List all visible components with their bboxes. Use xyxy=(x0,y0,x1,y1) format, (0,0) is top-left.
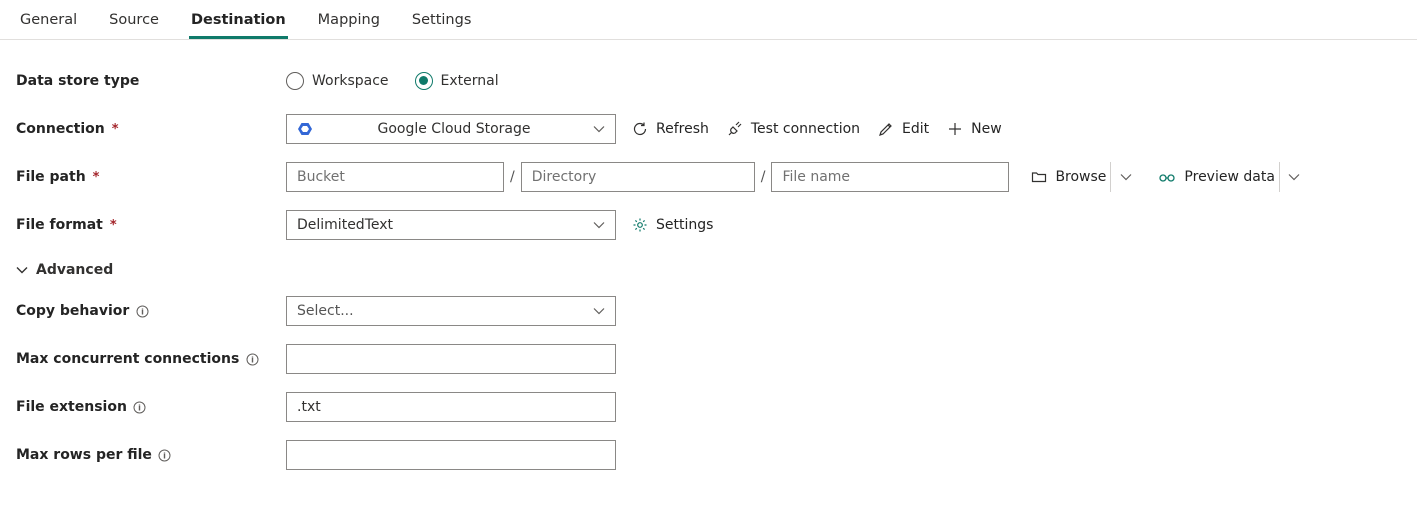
radio-external-label: External xyxy=(441,73,499,89)
label-datastore-type: Data store type xyxy=(16,73,286,89)
advanced-toggle[interactable]: Advanced xyxy=(16,258,1401,286)
chevron-down-icon xyxy=(593,305,605,317)
datastore-type-group: Workspace External xyxy=(286,72,499,90)
radio-icon-unselected xyxy=(286,72,304,90)
label-max-concurrent: Max concurrent connections i xyxy=(16,351,286,367)
info-icon: i xyxy=(245,352,259,366)
chevron-down-icon xyxy=(1120,171,1132,183)
filename-input[interactable] xyxy=(771,162,1009,192)
tab-mapping[interactable]: Mapping xyxy=(316,6,382,39)
svg-text:i: i xyxy=(139,403,142,412)
preview-more-button[interactable] xyxy=(1279,162,1309,192)
glasses-icon xyxy=(1158,170,1176,184)
refresh-icon xyxy=(632,121,648,137)
chevron-down-icon xyxy=(593,123,605,135)
max-concurrent-input[interactable] xyxy=(286,344,616,374)
tab-general[interactable]: General xyxy=(18,6,79,39)
chevron-down-icon xyxy=(593,219,605,231)
copy-behavior-placeholder: Select... xyxy=(297,303,354,319)
connection-select[interactable]: Google Cloud Storage xyxy=(286,114,616,144)
radio-workspace-label: Workspace xyxy=(312,73,389,89)
test-connection-button[interactable]: Test connection xyxy=(725,119,862,139)
tab-settings[interactable]: Settings xyxy=(410,6,473,39)
svg-text:i: i xyxy=(251,355,254,364)
directory-input[interactable] xyxy=(521,162,755,192)
folder-icon xyxy=(1031,169,1047,185)
label-file-format: File format* xyxy=(16,217,286,233)
file-extension-input[interactable] xyxy=(286,392,616,422)
format-settings-button[interactable]: Settings xyxy=(630,215,715,235)
info-icon: i xyxy=(135,304,149,318)
bucket-input[interactable] xyxy=(286,162,504,192)
refresh-button[interactable]: Refresh xyxy=(630,119,711,139)
plug-icon xyxy=(727,121,743,137)
path-separator: / xyxy=(761,169,766,185)
pencil-icon xyxy=(878,121,894,137)
label-file-path: File path* xyxy=(16,169,286,185)
path-separator: / xyxy=(510,169,515,185)
plus-icon xyxy=(947,121,963,137)
max-rows-input[interactable] xyxy=(286,440,616,470)
chevron-down-icon xyxy=(1288,171,1300,183)
tab-destination[interactable]: Destination xyxy=(189,6,288,39)
preview-data-button[interactable]: Preview data xyxy=(1156,167,1276,187)
label-file-extension: File extension i xyxy=(16,399,286,415)
info-icon: i xyxy=(158,448,172,462)
label-max-rows: Max rows per file i xyxy=(16,447,286,463)
tab-source[interactable]: Source xyxy=(107,6,161,39)
copy-behavior-select[interactable]: Select... xyxy=(286,296,616,326)
label-copy-behavior: Copy behavior i xyxy=(16,303,286,319)
label-connection: Connection* xyxy=(16,121,286,137)
file-format-select[interactable]: DelimitedText xyxy=(286,210,616,240)
file-format-value: DelimitedText xyxy=(297,217,393,233)
radio-workspace[interactable]: Workspace xyxy=(286,72,389,90)
svg-text:i: i xyxy=(141,307,144,316)
gear-icon xyxy=(632,217,648,233)
tab-bar: General Source Destination Mapping Setti… xyxy=(0,0,1417,40)
radio-icon-selected xyxy=(415,72,433,90)
edit-button[interactable]: Edit xyxy=(876,119,931,139)
browse-more-button[interactable] xyxy=(1110,162,1140,192)
new-button[interactable]: New xyxy=(945,119,1004,139)
google-cloud-storage-icon xyxy=(297,121,313,137)
browse-button[interactable]: Browse xyxy=(1029,167,1108,187)
chevron-down-icon xyxy=(16,264,28,276)
radio-external[interactable]: External xyxy=(415,72,499,90)
info-icon: i xyxy=(133,400,147,414)
svg-text:i: i xyxy=(164,451,167,460)
connection-value: Google Cloud Storage xyxy=(377,121,530,137)
